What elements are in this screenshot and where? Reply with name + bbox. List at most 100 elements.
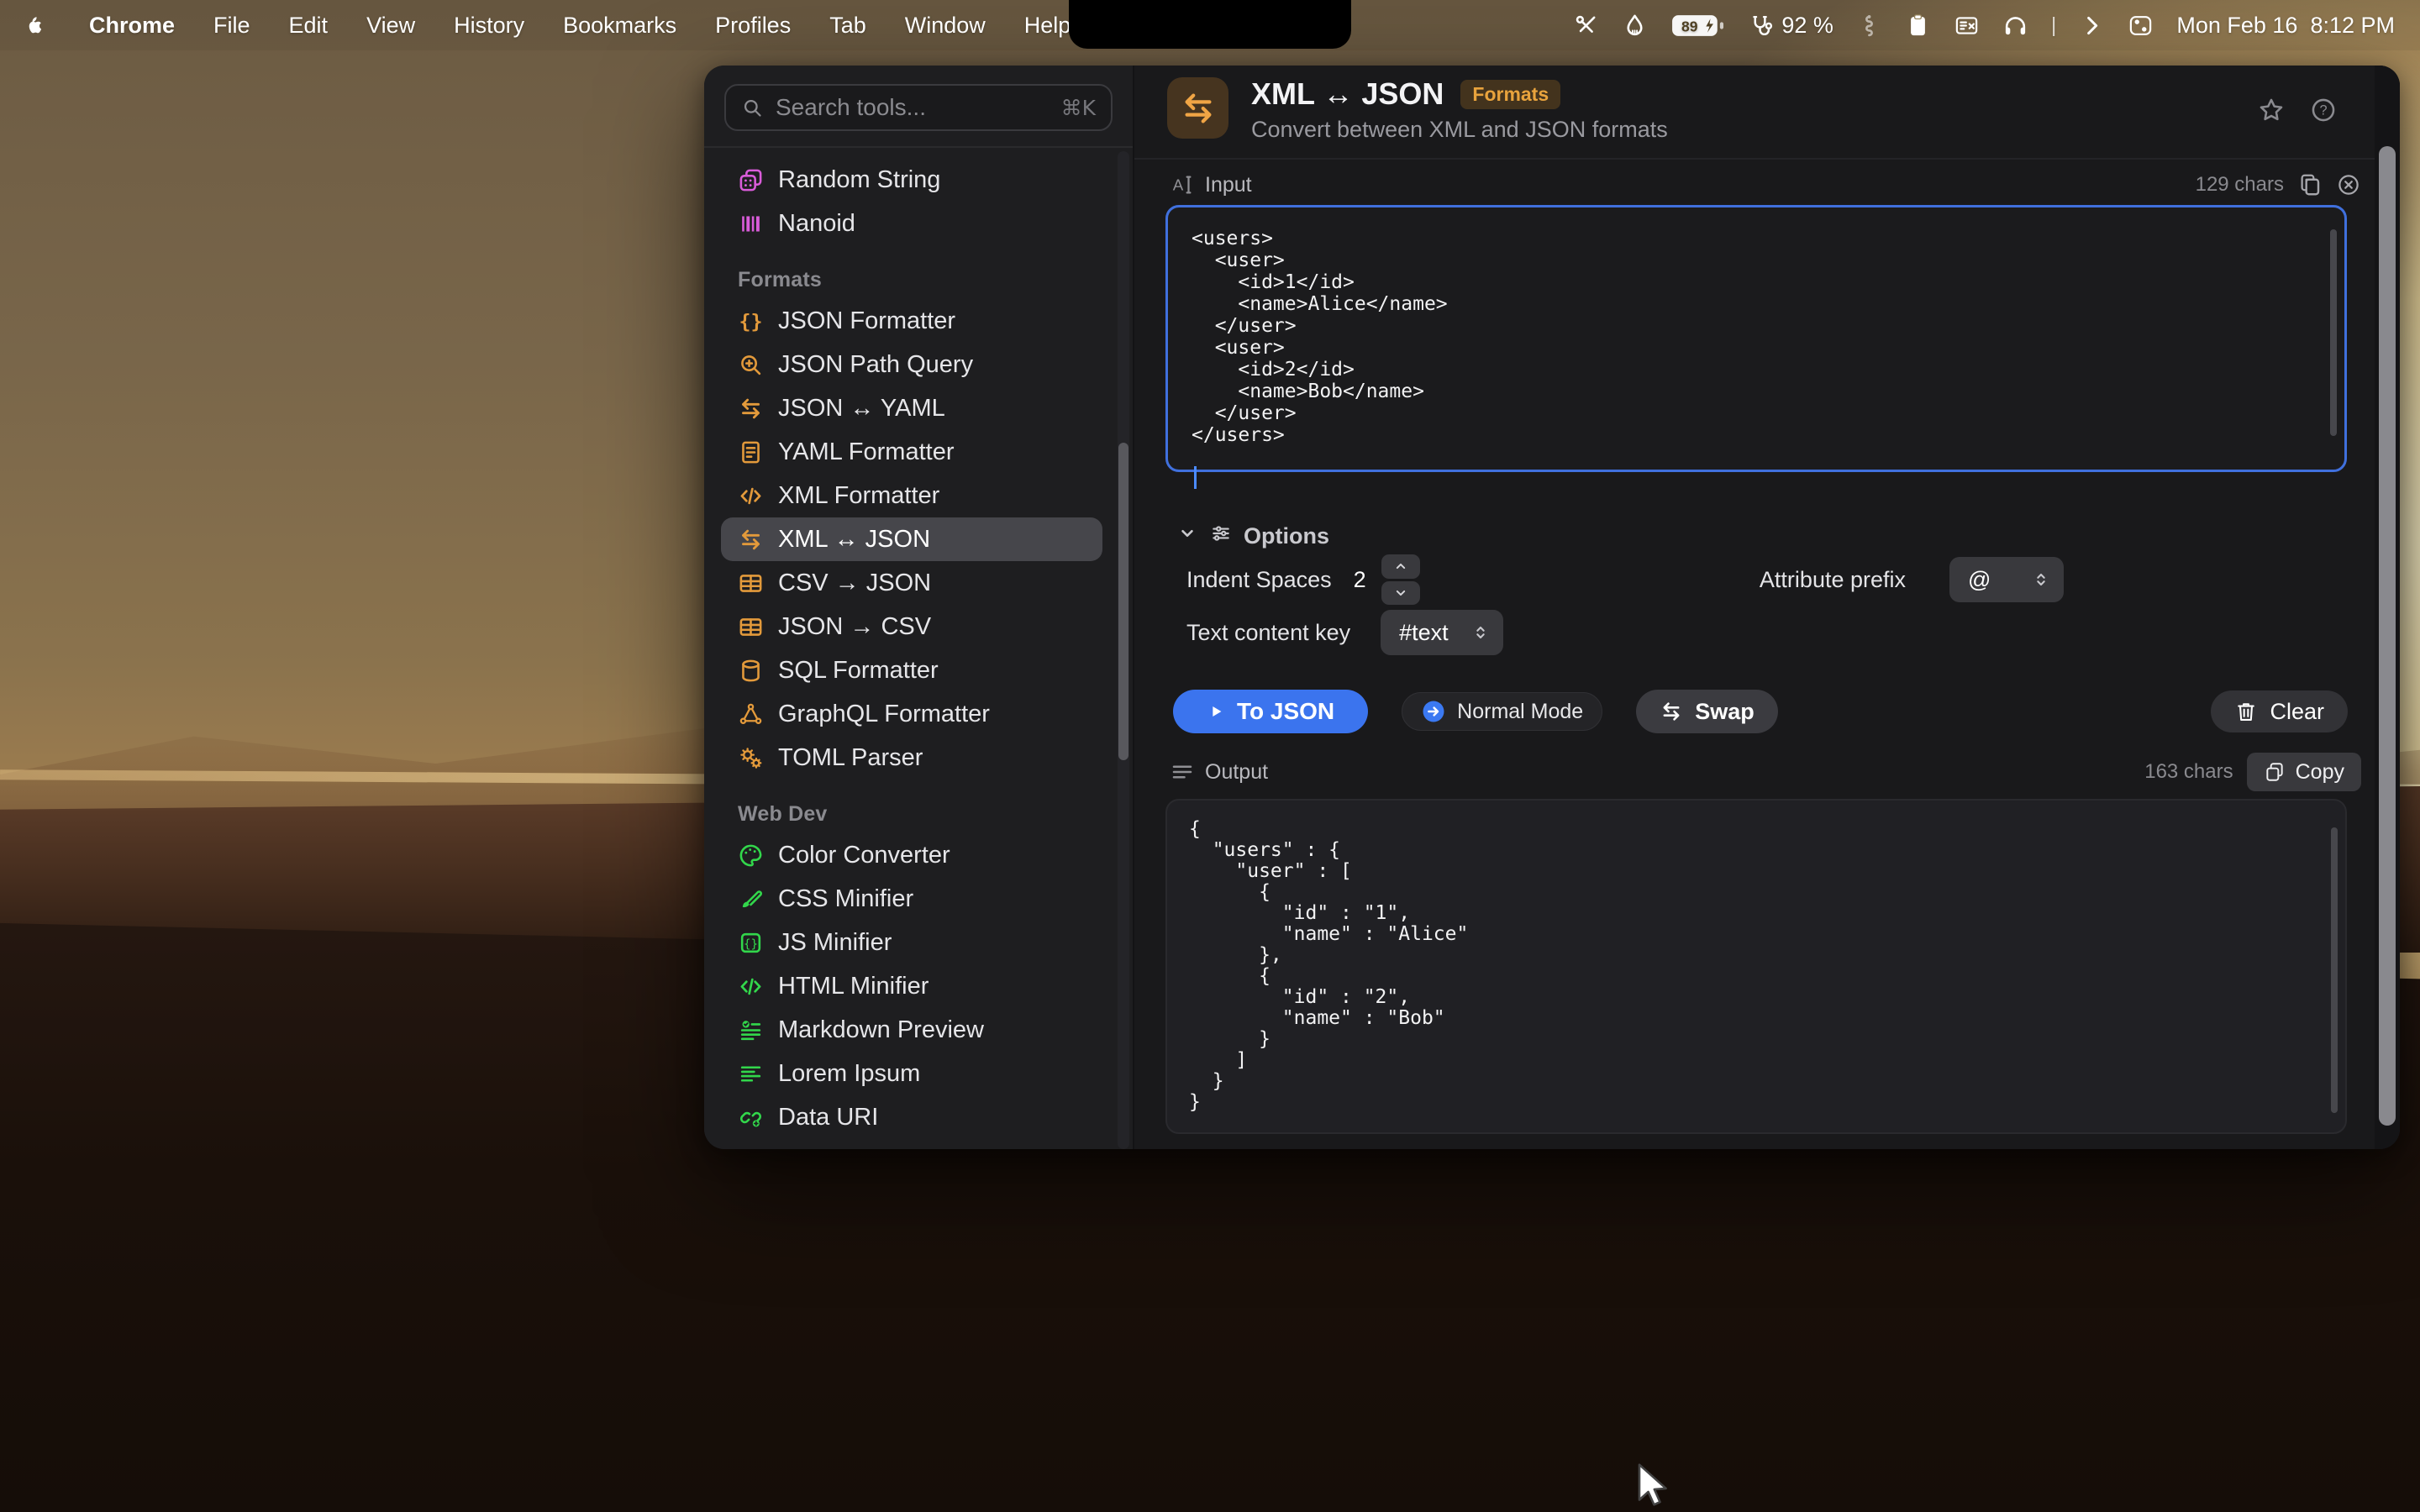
- sidebar-item-graphql-formatter[interactable]: GraphQL Formatter: [721, 692, 1102, 736]
- help-icon[interactable]: ?: [2309, 96, 2338, 129]
- copy-button[interactable]: Copy: [2247, 753, 2361, 791]
- search-input[interactable]: Search tools... ⌘K: [724, 84, 1113, 131]
- input-scrollbar-thumb[interactable]: [2330, 229, 2337, 436]
- sidebar-item-label: TOML Parser: [778, 744, 923, 772]
- input-editor[interactable]: <users> <user> <id>1</id> <name>Alice</n…: [1165, 205, 2347, 472]
- tools-icon[interactable]: [1573, 13, 1599, 39]
- favorite-star-icon[interactable]: [2257, 96, 2286, 129]
- sliders-icon: [1210, 522, 1232, 550]
- menu-item-chrome[interactable]: Chrome: [89, 13, 175, 39]
- options-row-1: Indent Spaces 2 Attribute prefix @: [1186, 554, 2064, 605]
- table-icon: [738, 570, 764, 596]
- menu-bar-clock[interactable]: Mon Feb 16 8:12 PM: [2176, 13, 2395, 39]
- apple-menu-icon[interactable]: [25, 13, 50, 38]
- sidebar-item-random-string[interactable]: Random String: [721, 158, 1102, 202]
- stepper-up-button[interactable]: [1381, 554, 1420, 579]
- menu-item-history[interactable]: History: [454, 13, 524, 39]
- sidebar-item-lorem-ipsum[interactable]: Lorem Ipsum: [721, 1052, 1102, 1095]
- text-content-key-label: Text content key: [1186, 620, 1350, 646]
- clipboard-icon[interactable]: [1905, 13, 1931, 39]
- table-icon: [738, 614, 764, 640]
- sidebar-item-yaml-formatter[interactable]: YAML Formatter: [721, 430, 1102, 474]
- actions-row: To JSON Normal Mode Swap Clear: [1173, 689, 2348, 734]
- menu-item-help[interactable]: Help: [1024, 13, 1071, 39]
- tool-header-text: XML ↔ JSON Formats Convert between XML a…: [1251, 77, 1668, 143]
- sidebar-item-label: Markdown Preview: [778, 1016, 984, 1044]
- battery-icon[interactable]: 89: [1670, 13, 1726, 39]
- attribute-prefix-select[interactable]: @: [1949, 557, 2064, 602]
- sidebar-item-label: CSS Minifier: [778, 885, 913, 913]
- attribute-prefix-value: @: [1968, 567, 1991, 593]
- sidebar-item-xml-formatter[interactable]: XML Formatter: [721, 474, 1102, 517]
- sidebar-item-json-yaml[interactable]: JSON ↔ YAML: [721, 386, 1102, 430]
- code-icon: [738, 483, 764, 509]
- sidebar-item-html-minifier[interactable]: HTML Minifier: [721, 964, 1102, 1008]
- swap-icon: [738, 527, 764, 553]
- stepper-down-button[interactable]: [1381, 581, 1420, 606]
- output-label: Output: [1205, 760, 1268, 785]
- status-separator: |: [2051, 13, 2057, 38]
- code-icon: [738, 974, 764, 1000]
- sidebar-item-label: HTML Minifier: [778, 973, 929, 1000]
- swap-icon: [1660, 700, 1683, 723]
- sidebar-item-sql-formatter[interactable]: SQL Formatter: [721, 648, 1102, 692]
- menu-item-profiles[interactable]: Profiles: [715, 13, 791, 39]
- clear-button[interactable]: Clear: [2211, 690, 2348, 732]
- to-json-button[interactable]: To JSON: [1173, 690, 1368, 733]
- shortcuts-icon[interactable]: [1954, 13, 1980, 39]
- swap-button[interactable]: Swap: [1636, 690, 1778, 733]
- updown-chevrons-icon: [2032, 570, 2050, 589]
- sidebar-item-json-csv[interactable]: JSON → CSV: [721, 605, 1102, 648]
- sidebar-item-csv-json[interactable]: CSV → JSON: [721, 561, 1102, 605]
- menu-item-tab[interactable]: Tab: [829, 13, 866, 39]
- menu-item-bookmarks[interactable]: Bookmarks: [563, 13, 676, 39]
- sidebar-item-label: SVG Path Analyzer: [778, 1147, 986, 1150]
- sidebar-item-svg-path-analyzer[interactable]: SVG Path Analyzer: [721, 1139, 1102, 1149]
- clear-input-icon[interactable]: [2336, 172, 2361, 197]
- text-content-key-select[interactable]: #text: [1381, 610, 1503, 655]
- output-header-row: Output 163 chars Copy: [1170, 753, 2361, 791]
- sidebar-item-markdown-preview[interactable]: Markdown Preview: [721, 1008, 1102, 1052]
- main-panel: XML ↔ JSON Formats Convert between XML a…: [1134, 66, 2400, 1149]
- tool-header: XML ↔ JSON Formats Convert between XML a…: [1167, 77, 1668, 143]
- lines-icon: [1170, 759, 1195, 785]
- stethoscope-icon: [1749, 13, 1775, 39]
- snake-icon[interactable]: [1856, 13, 1882, 39]
- sidebar-item-nanoid[interactable]: Nanoid: [721, 202, 1102, 245]
- sidebar-item-css-minifier[interactable]: CSS Minifier: [721, 877, 1102, 921]
- sidebar-item-xml-json[interactable]: XML ↔ JSON: [721, 517, 1102, 561]
- js-icon: {}: [738, 930, 764, 956]
- normal-mode-button[interactable]: Normal Mode: [1402, 692, 1602, 731]
- droplet-icon[interactable]: [1622, 13, 1648, 39]
- brush-icon: [738, 886, 764, 912]
- menu-item-edit[interactable]: Edit: [289, 13, 329, 39]
- sidebar-item-js-minifier[interactable]: {}JS Minifier: [721, 921, 1102, 964]
- headphones-icon[interactable]: [2002, 13, 2028, 39]
- options-header[interactable]: Options: [1176, 522, 1329, 550]
- database-icon: [738, 658, 764, 684]
- output-char-count: 163 chars: [2144, 760, 2233, 784]
- chevron-right-icon[interactable]: [2079, 13, 2105, 39]
- pen-icon: [738, 1148, 764, 1150]
- link-icon: [738, 1105, 764, 1131]
- menu-item-window[interactable]: Window: [905, 13, 986, 39]
- sidebar-item-data-uri[interactable]: Data URI: [721, 1095, 1102, 1139]
- chevron-down-icon: [1176, 522, 1198, 550]
- output-scrollbar-thumb[interactable]: [2331, 827, 2338, 1113]
- control-center-icon[interactable]: [2128, 13, 2154, 39]
- menu-item-view[interactable]: View: [366, 13, 415, 39]
- sidebar-item-toml-parser[interactable]: TOML Parser: [721, 736, 1102, 780]
- sidebar-item-label: JSON ↔ YAML: [778, 395, 945, 423]
- paste-icon[interactable]: [2297, 172, 2323, 197]
- window-scrollbar-thumb[interactable]: [2379, 146, 2396, 1126]
- play-icon: [1207, 702, 1225, 721]
- sidebar-item-json-formatter[interactable]: {}JSON Formatter: [721, 299, 1102, 343]
- category-badge: Formats: [1460, 80, 1560, 109]
- sidebar-scrollbar-thumb[interactable]: [1118, 443, 1128, 760]
- search-shortcut: ⌘K: [1061, 96, 1096, 120]
- health-status[interactable]: 92 %: [1749, 13, 1833, 39]
- sidebar-item-label: XML ↔ JSON: [778, 526, 930, 554]
- sidebar-item-color-converter[interactable]: Color Converter: [721, 833, 1102, 877]
- sidebar-item-json-path-query[interactable]: JSON Path Query: [721, 343, 1102, 386]
- menu-item-file[interactable]: File: [213, 13, 250, 39]
